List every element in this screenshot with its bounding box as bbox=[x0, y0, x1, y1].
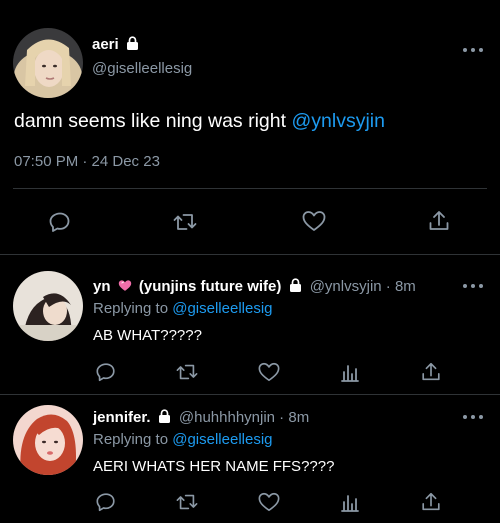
avatar-photo bbox=[13, 271, 83, 341]
lock-icon bbox=[158, 409, 170, 423]
reply-author-handle[interactable]: @ynlvsyjin bbox=[310, 278, 382, 295]
reply-author-name[interactable]: yn (yunjins future wife) bbox=[93, 278, 306, 295]
reply-author-name-text: yn bbox=[93, 278, 111, 295]
reply-text: AERI WHATS HER NAME FFS???? bbox=[93, 458, 335, 475]
reply-icon[interactable] bbox=[95, 361, 117, 383]
share-icon[interactable] bbox=[420, 360, 442, 384]
analytics-icon[interactable] bbox=[339, 361, 361, 383]
reply-header: yn (yunjins future wife) @ynlvsyjin · 8m bbox=[93, 278, 416, 295]
dot-separator: · bbox=[381, 278, 395, 295]
tweet-text: damn seems like ning was right @ynlvsyji… bbox=[14, 110, 385, 133]
author-handle[interactable]: @giselleellesig bbox=[92, 60, 192, 77]
reply-icon[interactable] bbox=[95, 491, 117, 513]
reply-time[interactable]: 8m bbox=[395, 278, 416, 295]
replying-to-label: Replying to bbox=[93, 431, 173, 448]
tweet-text-body: damn seems like ning was right bbox=[14, 110, 292, 132]
reply-author-handle[interactable]: @huhhhhynjin bbox=[179, 409, 275, 426]
dot-separator: · bbox=[275, 409, 289, 426]
reply-text: AB WHAT????? bbox=[93, 327, 202, 344]
divider bbox=[13, 188, 487, 189]
replying-to-label: Replying to bbox=[93, 300, 173, 317]
retweet-icon[interactable] bbox=[175, 491, 199, 513]
tweet-mention-link[interactable]: @ynlvsyjin bbox=[291, 110, 384, 132]
analytics-icon[interactable] bbox=[339, 491, 361, 513]
tweet-timestamp[interactable]: 07:50 PM · 24 Dec 23 bbox=[14, 153, 160, 170]
share-icon[interactable] bbox=[427, 208, 451, 234]
author-name[interactable]: aeri bbox=[92, 36, 139, 53]
heart-emoji-icon bbox=[118, 280, 131, 291]
divider bbox=[0, 254, 500, 255]
like-icon[interactable] bbox=[301, 209, 327, 233]
reply-avatar[interactable] bbox=[13, 271, 83, 341]
reply-avatar[interactable] bbox=[13, 405, 83, 475]
retweet-icon[interactable] bbox=[172, 210, 198, 234]
retweet-icon[interactable] bbox=[175, 361, 199, 383]
avatar-photo bbox=[13, 28, 83, 98]
avatar[interactable] bbox=[13, 28, 83, 98]
reply-time[interactable]: 8m bbox=[288, 409, 309, 426]
replying-to: Replying to @giselleellesig bbox=[93, 300, 273, 317]
lock-icon bbox=[289, 278, 301, 292]
more-options-icon[interactable] bbox=[463, 281, 483, 291]
lock-icon bbox=[126, 36, 138, 50]
more-options-icon[interactable] bbox=[463, 45, 483, 55]
like-icon[interactable] bbox=[257, 361, 281, 383]
replying-to-link[interactable]: @giselleellesig bbox=[172, 431, 272, 448]
like-icon[interactable] bbox=[257, 491, 281, 513]
reply-author-name-text: jennifer. bbox=[93, 409, 151, 426]
reply-header: jennifer. @huhhhhynjin · 8m bbox=[93, 409, 309, 426]
replying-to: Replying to @giselleellesig bbox=[93, 431, 273, 448]
reply-author-name[interactable]: jennifer. bbox=[93, 409, 175, 426]
replying-to-link[interactable]: @giselleellesig bbox=[172, 300, 272, 317]
divider bbox=[0, 394, 500, 395]
reply-icon[interactable] bbox=[48, 210, 72, 234]
reply-author-name-suffix: (yunjins future wife) bbox=[134, 278, 282, 295]
more-options-icon[interactable] bbox=[463, 412, 483, 422]
share-icon[interactable] bbox=[420, 490, 442, 514]
author-name-text: aeri bbox=[92, 36, 119, 53]
avatar-photo bbox=[13, 405, 83, 475]
